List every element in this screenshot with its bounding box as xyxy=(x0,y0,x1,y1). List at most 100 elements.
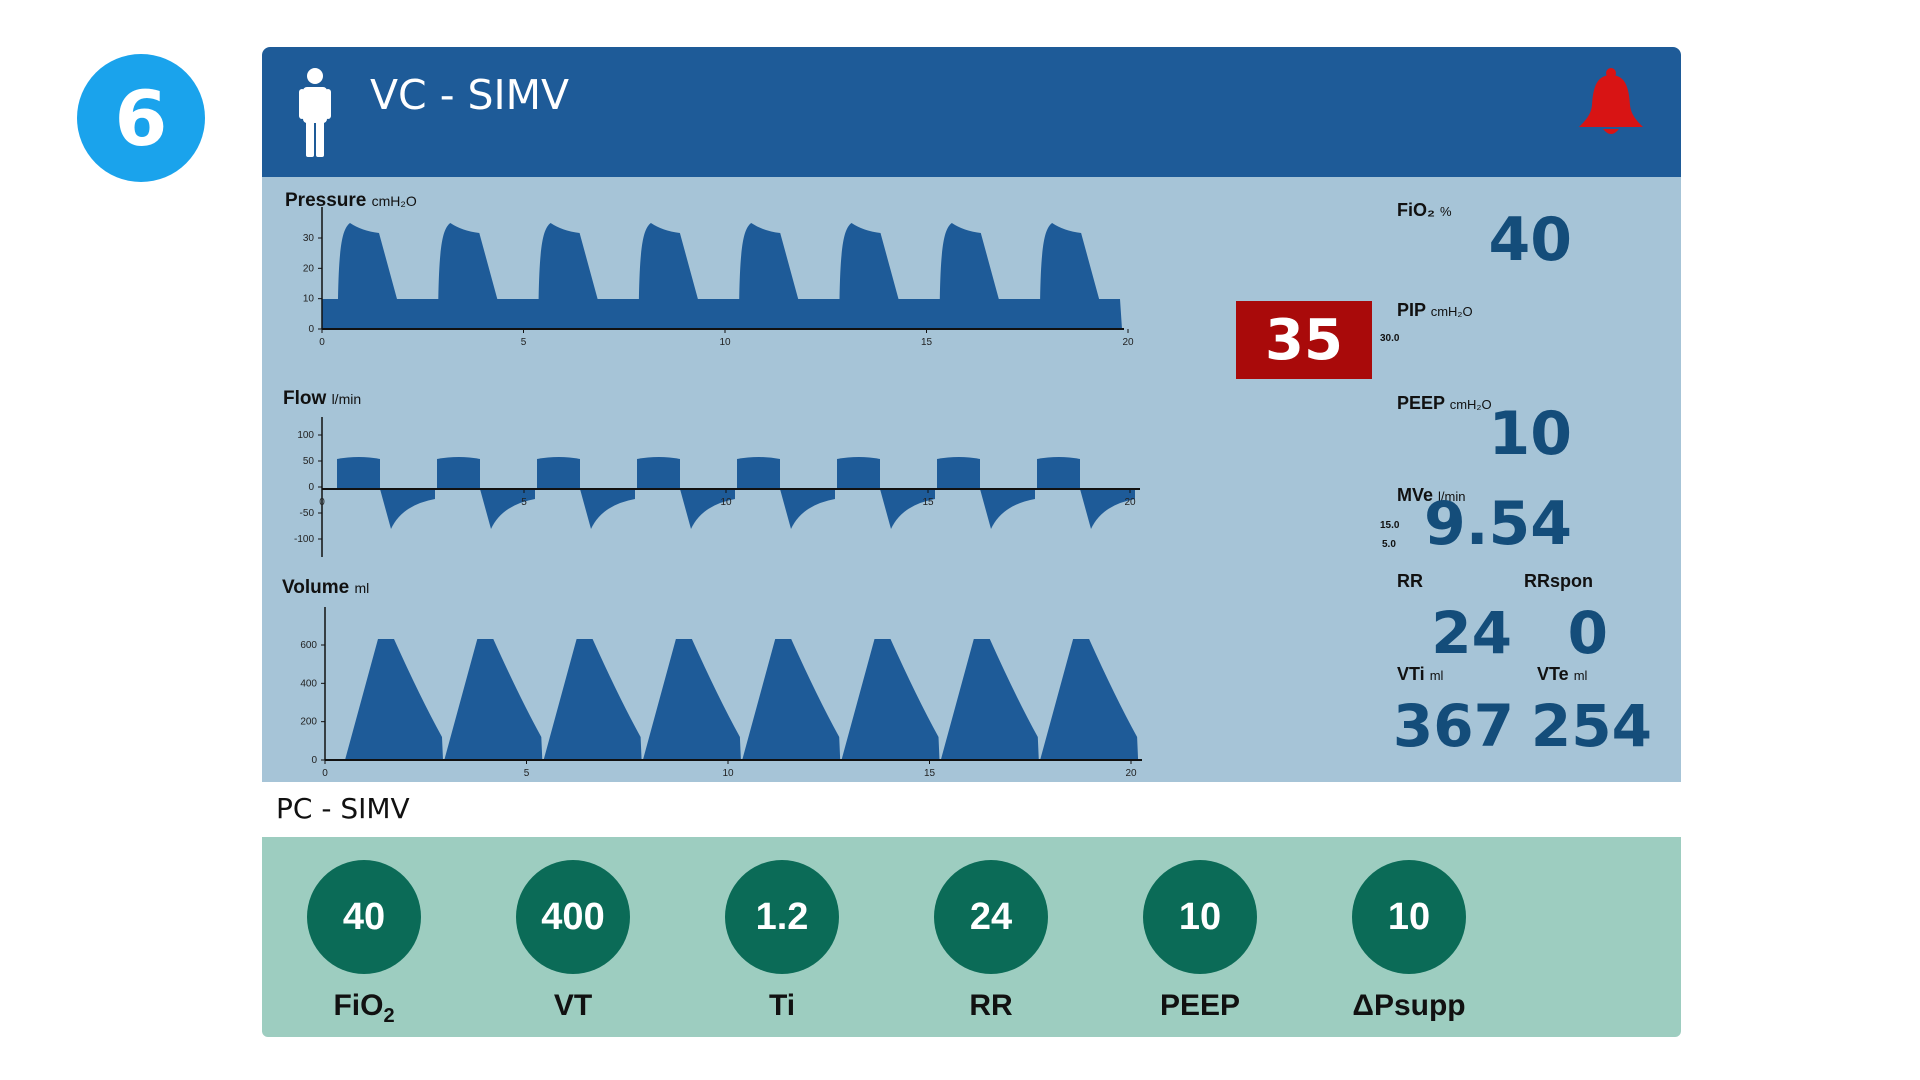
volume-x-tick-label: 15 xyxy=(924,768,936,779)
pressure-x-tick-label: 5 xyxy=(521,337,527,348)
flow-expiratory-area xyxy=(980,489,1035,529)
flow-inspiratory-area xyxy=(837,457,880,489)
flow-inspiratory-area xyxy=(937,457,980,489)
flow-inspiratory-area xyxy=(1037,457,1080,489)
flow-expiratory-area xyxy=(1080,489,1135,529)
flow-waveform-label: Flow l/min xyxy=(283,388,361,410)
flow-label-text: Flow xyxy=(283,388,327,409)
flow-expiratory-area xyxy=(780,489,835,529)
flow-y-tick-label: -50 xyxy=(300,508,315,519)
peep-setting-label: PEEP xyxy=(1159,989,1241,1022)
volume-x-tick-label: 20 xyxy=(1125,768,1137,779)
flow-expiratory-area xyxy=(680,489,735,529)
pressure-waveform-area xyxy=(322,223,1122,329)
rrspon-label: RRspon xyxy=(1524,571,1593,591)
fio2-setting-knob[interactable]: 40 xyxy=(307,860,421,974)
flow-expiratory-area xyxy=(480,489,535,529)
fio2-setting-label-subscript: 2 xyxy=(383,1005,395,1027)
pressure-x-tick-label: 15 xyxy=(921,337,933,348)
flow-x-tick-label: 15 xyxy=(922,497,934,508)
vt-setting-label: VT xyxy=(553,989,593,1022)
vt-setting-knob[interactable]: 400 xyxy=(516,860,630,974)
mve-value: 9.54 xyxy=(1423,489,1572,559)
pip-alarm-value: 35 xyxy=(1236,301,1372,379)
step-number-badge: 6 xyxy=(77,54,205,182)
flow-inspiratory-area xyxy=(537,457,580,489)
flow-x-tick-label: 0 xyxy=(319,497,325,508)
vti-label: VTi ml xyxy=(1397,664,1443,685)
flow-y-tick-label: -100 xyxy=(294,534,314,545)
volume-waveform-area xyxy=(940,639,1039,760)
flow-x-tick-label: 10 xyxy=(720,497,732,508)
volume-waveform-area xyxy=(742,639,841,760)
volume-waveform: 600 400 200 0 0 5 10 15 20 xyxy=(300,607,1142,779)
volume-waveform-area xyxy=(642,639,741,760)
fio2-setting-label: FiO2 xyxy=(284,989,444,1028)
volume-y-tick-label: 400 xyxy=(300,678,317,689)
rrspon-value: 0 xyxy=(1567,599,1608,667)
monitor-header: VC - SIMV xyxy=(262,47,1681,177)
mve-limit-high: 15.0 xyxy=(1380,520,1400,531)
fio2-label-text: FiO₂ xyxy=(1397,200,1435,220)
mve-limit-low: 5.0 xyxy=(1382,539,1396,550)
pip-label-text: PIP xyxy=(1397,300,1426,320)
vte-label-text: VTe xyxy=(1537,664,1569,684)
flow-inspiratory-area xyxy=(737,457,780,489)
flow-expiratory-area xyxy=(880,489,935,529)
volume-y-tick-label: 200 xyxy=(300,717,317,728)
volume-y-tick-label: 0 xyxy=(311,755,317,766)
peep-value: 10 xyxy=(1488,399,1573,469)
pressure-x-tick-label: 10 xyxy=(719,337,731,348)
flow-expiratory-area xyxy=(580,489,635,529)
volume-x-tick-label: 5 xyxy=(524,768,530,779)
flow-expiratory-area xyxy=(380,489,435,529)
ti-setting-knob[interactable]: 1.2 xyxy=(725,860,839,974)
rr-label: RR xyxy=(1397,571,1423,591)
rr-setting-knob[interactable]: 24 xyxy=(934,860,1048,974)
ventilator-monitor: VC - SIMV Pressure cmH₂O 30 20 10 0 0 5 10 15 2… xyxy=(262,47,1681,782)
volume-waveform-area xyxy=(841,639,940,760)
pressure-x-tick-label: 0 xyxy=(319,337,325,348)
bell-icon[interactable] xyxy=(1575,67,1647,144)
vti-value: 367 xyxy=(1392,692,1514,760)
dpsupp-setting-knob[interactable]: 10 xyxy=(1352,860,1466,974)
settings-mode-title: PC - SIMV xyxy=(276,792,410,825)
vte-value: 254 xyxy=(1530,692,1652,760)
fio2-unit: % xyxy=(1440,204,1452,219)
volume-waveform-label: Volume ml xyxy=(282,577,369,599)
flow-y-tick-label: 50 xyxy=(303,456,315,467)
vti-unit: ml xyxy=(1429,668,1444,683)
volume-waveform-area xyxy=(543,639,642,760)
flow-x-tick-label: 5 xyxy=(521,497,527,508)
pressure-y-tick-label: 0 xyxy=(308,324,314,335)
flow-x-tick-label: 20 xyxy=(1124,497,1136,508)
person-icon xyxy=(298,67,332,164)
flow-y-tick-label: 100 xyxy=(297,430,314,441)
volume-unit: ml xyxy=(354,580,370,596)
volume-waveform-area xyxy=(1040,639,1139,760)
settings-panel: 40 FiO2 400 VT 1.2 Ti 24 RR 10 PEEP 10 Δ… xyxy=(262,837,1681,1037)
flow-waveform: 100 50 0 -50 -100 0 5 10 15 20 xyxy=(294,417,1140,557)
pressure-x-tick-label: 20 xyxy=(1122,337,1134,348)
vti-label-text: VTi xyxy=(1397,664,1425,684)
volume-waveform-area xyxy=(345,639,443,760)
dpsupp-setting-label: ΔPsupp xyxy=(1352,989,1466,1022)
rr-setting-label: RR xyxy=(969,989,1013,1022)
pip-limit: 30.0 xyxy=(1380,333,1400,344)
rr-value: 24 xyxy=(1431,599,1512,667)
vte-unit: ml xyxy=(1573,668,1588,683)
peep-setting-knob[interactable]: 10 xyxy=(1143,860,1257,974)
volume-x-tick-label: 10 xyxy=(722,768,734,779)
pressure-y-tick-label: 20 xyxy=(303,263,315,274)
volume-y-tick-label: 600 xyxy=(300,640,317,651)
pressure-y-tick-label: 30 xyxy=(303,233,315,244)
fio2-label: FiO₂ % xyxy=(1397,200,1452,221)
pressure-waveform: 30 20 10 0 0 5 10 15 20 xyxy=(303,207,1134,348)
flow-inspiratory-area xyxy=(337,457,380,489)
volume-x-tick-label: 0 xyxy=(322,768,328,779)
pip-label: PIP cmH₂O xyxy=(1397,300,1473,321)
pip-unit: cmH₂O xyxy=(1430,304,1473,319)
flow-unit: l/min xyxy=(331,391,362,407)
volume-waveform-area xyxy=(444,639,543,760)
fio2-setting-label-text: FiO xyxy=(333,989,384,1022)
